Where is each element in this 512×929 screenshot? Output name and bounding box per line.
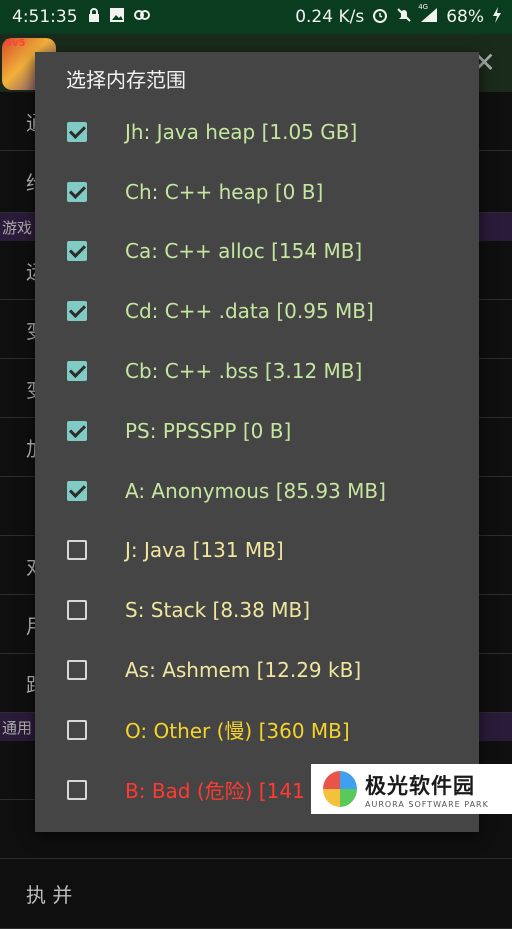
checkbox[interactable] [67,540,87,561]
option-label: J: Java [131 MB] [125,538,284,563]
option-label: O: Other (慢) [360 MB] [125,719,350,744]
checkbox[interactable] [67,779,87,800]
memory-option-cpp-heap[interactable]: Ch: C++ heap [0 B] [35,162,479,222]
watermark-title: 极光软件园 [365,773,475,798]
memory-option-java[interactable]: J: Java [131 MB] [35,521,479,581]
aurora-logo-icon [323,771,357,807]
option-label: Cb: C++ .bss [3.12 MB] [125,359,363,384]
option-label: Jh: Java heap [1.05 GB] [125,119,358,144]
checkbox[interactable] [67,660,87,681]
dialog-title: 选择内存范围 [66,68,186,92]
checkbox[interactable] [67,600,87,621]
battery-level: 68% [446,7,484,27]
signal-icon: 4G [418,3,438,28]
section-label: 通用 [2,718,33,737]
section-label: 游戏 [2,218,33,237]
memory-option-anonymous[interactable]: A: Anonymous [85.93 MB] [35,461,479,521]
option-label: Cd: C++ .data [0.95 MB] [125,299,374,324]
checkbox[interactable] [67,301,87,322]
alarm-icon [372,7,388,28]
mute-icon [396,7,412,28]
memory-option-ashmem[interactable]: As: Ashmem [12.29 kB] [35,640,479,700]
option-label: As: Ashmem [12.29 kB] [125,658,362,683]
memory-option-stack[interactable]: S: Stack [8.38 MB] [35,580,479,640]
checkbox[interactable] [67,480,87,501]
memory-option-cpp-alloc[interactable]: Ca: C++ alloc [154 MB] [35,222,479,282]
list-item[interactable]: 执 并 [0,859,512,929]
status-time: 4:51:35 [12,7,78,27]
network-speed: 0.24 K/s [295,7,365,27]
memory-range-dialog: 选择内存范围 Jh: Java heap [1.05 GB] Ch: C++ h… [35,52,479,832]
charging-icon [492,6,502,28]
watermark-subtitle: AURORA SOFTWARE PARK [365,799,489,809]
option-label: Ca: C++ alloc [154 MB] [125,239,363,264]
option-label: Ch: C++ heap [0 B] [125,179,324,204]
memory-option-ppsspp[interactable]: PS: PPSSPP [0 B] [35,401,479,461]
option-label: S: Stack [8.38 MB] [125,598,310,623]
memory-option-java-heap[interactable]: Jh: Java heap [1.05 GB] [35,102,479,162]
memory-option-other[interactable]: O: Other (慢) [360 MB] [35,700,479,760]
lock-icon [88,8,100,26]
checkbox[interactable] [67,420,87,441]
app-notification-icon [133,8,150,26]
memory-range-options: Jh: Java heap [1.05 GB] Ch: C++ heap [0 … [35,102,479,820]
watermark-text: 极光软件园 AURORA SOFTWARE PARK [365,770,489,809]
image-icon [109,8,124,26]
memory-option-cpp-data[interactable]: Cd: C++ .data [0.95 MB] [35,281,479,341]
watermark: 极光软件园 AURORA SOFTWARE PARK [311,764,512,814]
checkbox[interactable] [67,719,87,740]
list-item-label: 执 并 [26,883,73,907]
checkbox[interactable] [67,241,87,262]
memory-option-cpp-bss[interactable]: Cb: C++ .bss [3.12 MB] [35,341,479,401]
checkbox[interactable] [67,181,87,202]
status-bar: 4:51:35 0.24 K/s 4G 68% [0,0,512,34]
checkbox[interactable] [67,361,87,382]
option-label: PS: PPSSPP [0 B] [125,418,292,443]
signal-label: 4G [418,2,429,11]
checkbox[interactable] [67,121,87,142]
option-label: A: Anonymous [85.93 MB] [125,478,386,503]
